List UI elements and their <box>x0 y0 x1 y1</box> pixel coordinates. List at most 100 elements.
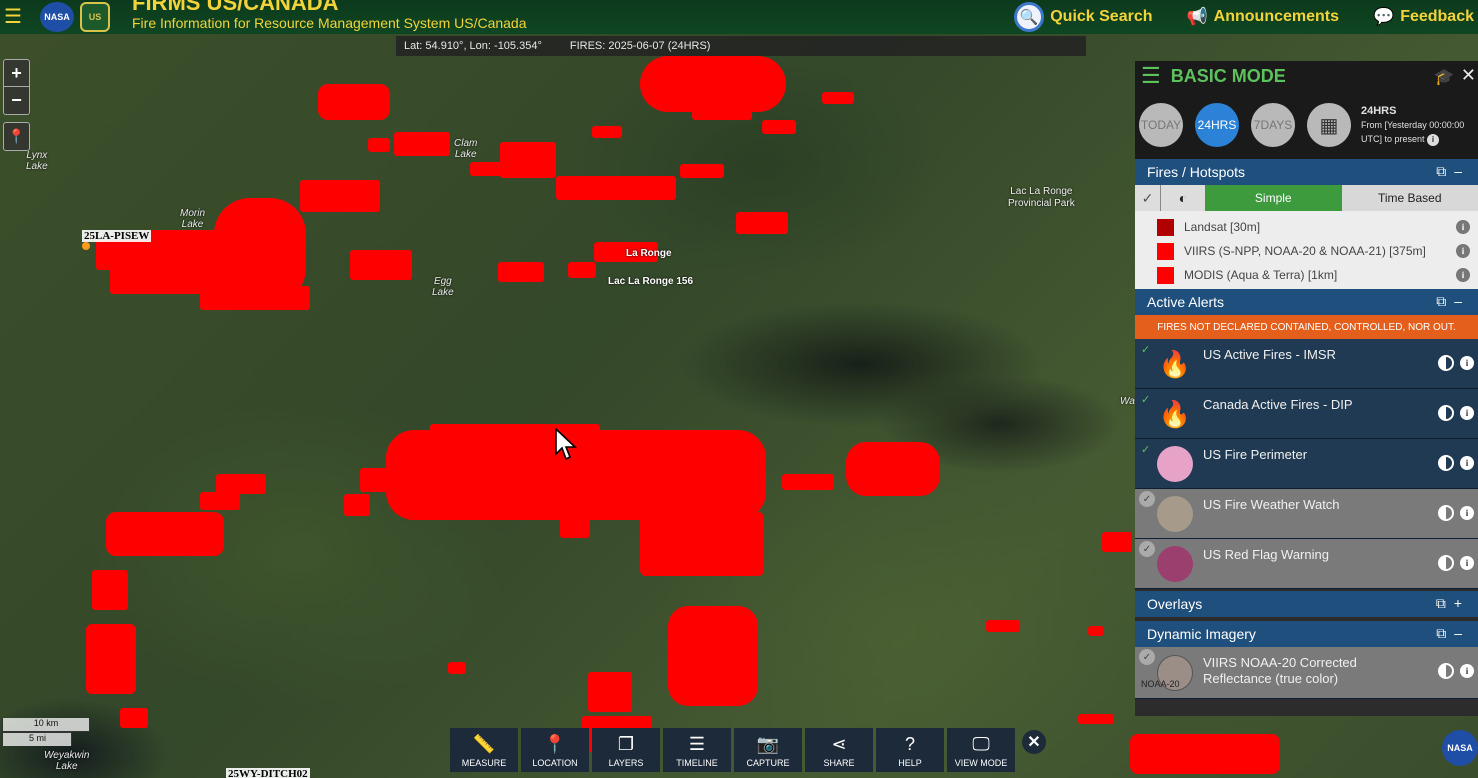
fire-cluster <box>200 286 310 310</box>
fire-cluster <box>216 474 266 494</box>
header-nav: 🔍 Quick Search 📢 Announcements 💬 Feedbac… <box>1014 0 1478 34</box>
share-button[interactable]: ⋖ SHARE <box>805 728 873 772</box>
check-icon[interactable]: ✓ <box>1141 393 1150 406</box>
flame-icon: 🔥 <box>1158 348 1192 379</box>
opacity-icon[interactable] <box>1438 663 1454 679</box>
alert-row-us-red-flag-warning[interactable]: ✓ US Red Flag Warning i <box>1135 539 1478 589</box>
app-title: FIRMS US/CANADA <box>132 0 339 15</box>
fire-cluster <box>448 662 466 674</box>
announcements-button[interactable]: 📢 Announcements <box>1187 7 1340 27</box>
feedback-button[interactable]: 💬 Feedback <box>1373 7 1474 27</box>
layers-label: LAYERS <box>608 758 644 768</box>
calendar-icon[interactable]: ▦ <box>1307 103 1351 147</box>
opacity-icon[interactable] <box>1438 455 1454 471</box>
fire-incident-marker[interactable] <box>82 242 90 250</box>
fires-hotspots-header[interactable]: Fires / Hotspots ⧉– <box>1135 159 1478 185</box>
select-all-checkbox[interactable]: ✓ <box>1135 185 1161 211</box>
capture-button[interactable]: 📷 CAPTURE <box>734 728 802 772</box>
section-controls[interactable]: ⧉– <box>1436 625 1470 642</box>
opacity-toggle-icon[interactable]: ◐ <box>1161 185 1205 211</box>
panel-menu-icon[interactable]: ☰ <box>1141 65 1161 87</box>
fire-cluster <box>560 514 590 538</box>
view-mode-button[interactable]: 🖵 VIEW MODE <box>947 728 1015 772</box>
flame-icon: 🔥 <box>1158 398 1192 429</box>
info-icon[interactable]: i <box>1427 134 1440 146</box>
fire-cluster <box>150 230 230 270</box>
fire-source-modis[interactable]: MODIS (Aqua & Terra) [1km] i <box>1135 263 1478 287</box>
info-icon[interactable]: i <box>1456 220 1470 234</box>
info-icon[interactable]: i <box>1460 356 1474 370</box>
info-icon[interactable]: i <box>1456 244 1470 258</box>
fire-cluster <box>692 104 752 120</box>
layers-icon: ❐ <box>617 734 635 754</box>
toolbar-close-button[interactable]: ✕ <box>1022 730 1046 754</box>
fire-cluster <box>1102 532 1132 552</box>
fire-source-landsat[interactable]: Landsat [30m] i <box>1135 215 1478 239</box>
time-7days-button[interactable]: 7DAYS <box>1251 103 1295 147</box>
measure-label: MEASURE <box>461 758 507 768</box>
fire-cluster <box>680 164 724 178</box>
alert-row-us-fire-weather-watch[interactable]: ✓ US Fire Weather Watch i <box>1135 489 1478 539</box>
alert-row-canada-active-fires[interactable]: ✓ 🔥 Canada Active Fires - DIP i <box>1135 389 1478 439</box>
fire-cluster <box>668 606 758 706</box>
time-24hrs-button[interactable]: 24HRS <box>1195 103 1239 147</box>
panel-close-icon[interactable]: ✕ <box>1461 65 1476 86</box>
info-icon[interactable]: i <box>1460 506 1474 520</box>
tab-simple[interactable]: Simple <box>1205 185 1342 211</box>
timeline-button[interactable]: ☰ TIMELINE <box>663 728 731 772</box>
help-label: HELP <box>898 758 922 768</box>
quick-search-label: Quick Search <box>1050 8 1153 25</box>
section-controls[interactable]: ⧉– <box>1436 293 1470 310</box>
check-icon[interactable]: ✓ <box>1139 649 1155 665</box>
opacity-icon[interactable] <box>1438 405 1454 421</box>
info-icon[interactable]: i <box>1460 456 1474 470</box>
color-swatch <box>1157 242 1174 260</box>
opacity-icon[interactable] <box>1438 505 1454 521</box>
menu-icon[interactable]: ☰ <box>4 7 26 27</box>
section-controls[interactable]: ⧉– <box>1436 163 1470 180</box>
fire-cluster <box>318 84 390 120</box>
check-icon[interactable]: ✓ <box>1141 443 1150 456</box>
measure-button[interactable]: 📏 MEASURE <box>450 728 518 772</box>
nasa-corner-logo[interactable]: NASA <box>1442 730 1478 766</box>
info-icon[interactable]: i <box>1456 268 1470 282</box>
info-icon[interactable]: i <box>1460 556 1474 570</box>
fire-source-viirs[interactable]: VIIRS (S-NPP, NOAA-20 & NOAA-21) [375m] … <box>1135 239 1478 263</box>
zoom-in-button[interactable]: + <box>4 60 29 87</box>
imagery-row-viirs[interactable]: ✓ NOAA-20 VIIRS NOAA-20 Corrected Reflec… <box>1135 647 1478 699</box>
graduation-cap-icon[interactable]: 🎓 <box>1434 67 1454 87</box>
announcements-label: Announcements <box>1213 8 1340 25</box>
check-icon[interactable]: ✓ <box>1141 343 1150 356</box>
pin-icon: 📍 <box>7 128 26 144</box>
usfs-logo[interactable]: US <box>80 2 110 32</box>
nasa-logo[interactable]: NASA <box>40 2 74 32</box>
time-filter-row: TODAY 24HRS 7DAYS ▦ 24HRS From [Yesterda… <box>1135 91 1478 159</box>
fire-cluster <box>1078 714 1114 724</box>
alert-row-us-active-fires[interactable]: ✓ 🔥 US Active Fires - IMSR i <box>1135 339 1478 389</box>
time-today-button[interactable]: TODAY <box>1139 103 1183 147</box>
help-button[interactable]: ? HELP <box>876 728 944 772</box>
check-icon[interactable]: ✓ <box>1139 541 1155 557</box>
overlays-header[interactable]: Overlays ⧉+ <box>1135 591 1478 617</box>
location-label: LOCATION <box>532 758 578 768</box>
quick-search-button[interactable]: 🔍 Quick Search <box>1014 2 1153 32</box>
active-alerts-header[interactable]: Active Alerts ⧉– <box>1135 289 1478 315</box>
fire-incident-label[interactable]: 25WY-DITCH02 <box>226 768 310 778</box>
fire-incident-label[interactable]: 25LA-PISEW <box>82 230 152 242</box>
zoom-out-button[interactable]: − <box>4 87 29 114</box>
layers-panel: ☰ BASIC MODE 🎓 ✕ TODAY 24HRS 7DAYS ▦ 24H… <box>1135 61 1478 716</box>
info-icon[interactable]: i <box>1460 664 1474 678</box>
section-controls[interactable]: ⧉+ <box>1436 595 1470 612</box>
location-pin-button[interactable]: 📍 <box>3 122 30 151</box>
share-label: SHARE <box>823 758 855 768</box>
layers-button[interactable]: ❐ LAYERS <box>592 728 660 772</box>
alert-row-us-fire-perimeter[interactable]: ✓ US Fire Perimeter i <box>1135 439 1478 489</box>
tab-time-based[interactable]: Time Based <box>1341 185 1478 211</box>
dynamic-imagery-header[interactable]: Dynamic Imagery ⧉– <box>1135 621 1478 647</box>
location-button[interactable]: 📍 LOCATION <box>521 728 589 772</box>
fire-cluster <box>368 138 390 152</box>
check-icon[interactable]: ✓ <box>1139 491 1155 507</box>
opacity-icon[interactable] <box>1438 555 1454 571</box>
info-icon[interactable]: i <box>1460 406 1474 420</box>
opacity-icon[interactable] <box>1438 355 1454 371</box>
